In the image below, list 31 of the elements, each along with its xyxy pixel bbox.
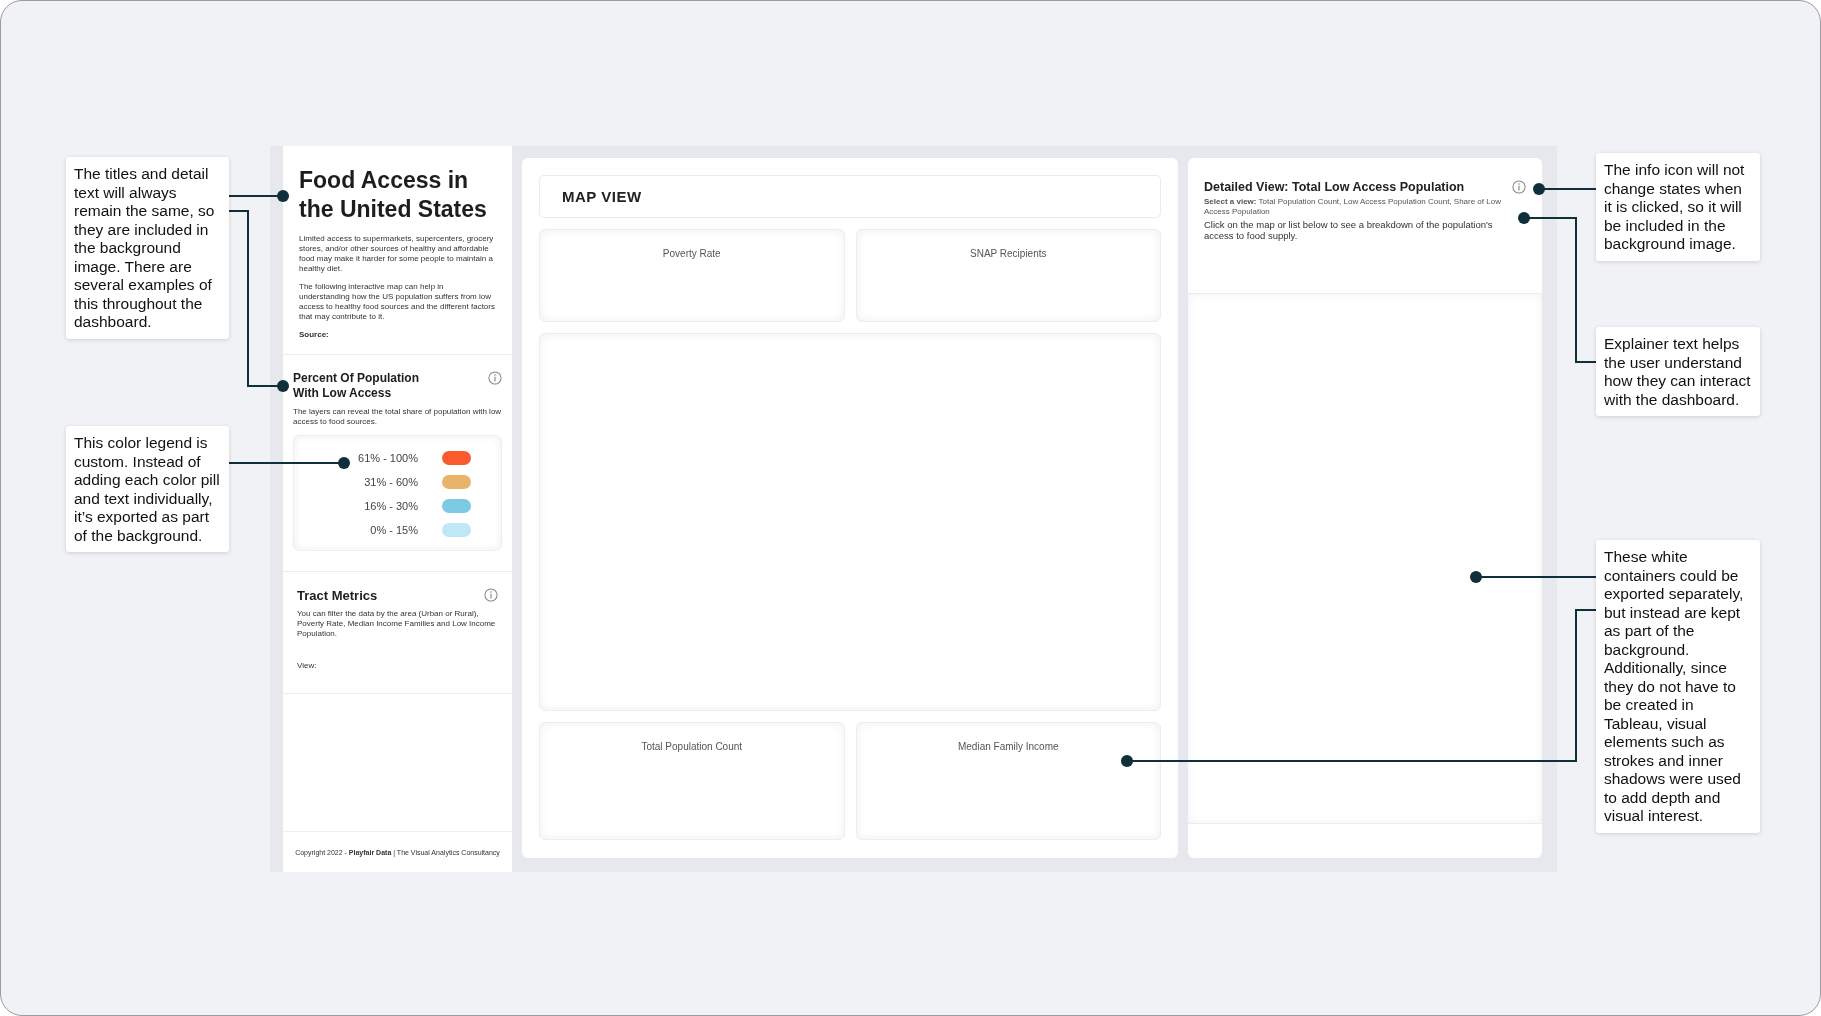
metric-label: Median Family Income — [957, 741, 1059, 752]
info-icon[interactable] — [484, 588, 498, 602]
leader-line — [1533, 183, 1597, 195]
source-label: Source: — [299, 330, 330, 340]
legend-label: 31% - 60% — [363, 476, 418, 488]
tract-description: You can filter the data by the area (Urban or Rural), Poverty Rate, Median Income Families and Low Income Population. — [297, 609, 497, 639]
legend-description: The layers can reveal the total share of population with low access to food sources. — [293, 407, 502, 427]
dashboard-title: Food Access in the United States — [299, 166, 488, 224]
view-hint: Select a view: Total Population Count, Low Access Population Count, Share of Low Access Population — [1204, 197, 1502, 217]
annotation-note: This color legend is custom. Instead of adding each color pill and text individually, it’s exported as part of the background. — [66, 426, 229, 552]
detail-title: Detailed View: Total Low Access Population — [1204, 180, 1465, 194]
tract-metrics-title: Tract Metrics — [297, 588, 379, 603]
info-icon[interactable] — [488, 371, 502, 385]
intro-paragraph: The following interactive map can help in understanding how the US population suffers from low access to healthy food sources and the different factors that may contribute to it. — [299, 282, 496, 322]
annotation-note: These white containers could be exported separately, but instead are kept as part of the background. Additionally, since they do not have to be created in Tableau, visual elements such as strokes and inner shadows were used to add depth and visual interest. — [1596, 540, 1760, 833]
metric-label: SNAP Recipients — [970, 248, 1047, 259]
legend-label: 0% - 15% — [369, 524, 418, 536]
annotation-note: Explainer text helps the user understand how they can interact with the dashboard. — [1596, 327, 1760, 416]
metric-label: Poverty Rate — [662, 248, 721, 259]
legend-label: 61% - 100% — [357, 452, 418, 464]
info-icon[interactable] — [1512, 180, 1526, 194]
map-title: MAP VIEW — [562, 188, 642, 205]
legend-title: Percent Of Population With Low Access — [293, 371, 420, 401]
intro-paragraph: Limited access to supermarkets, supercenters, grocery stores, and/or other sources of healthy and affordable food may make it harder for some people to maintain a healthy diet. — [299, 234, 495, 274]
legend-label: 16% - 30% — [363, 500, 418, 512]
metric-label: Total Population Count — [641, 741, 743, 752]
leader-line — [228, 190, 289, 202]
annotation-note: The titles and detail text will always remain the same, so they are included in the background image. There are several examples of this throughout the dashboard. — [66, 157, 229, 339]
view-label: View: — [297, 661, 318, 671]
annotation-note: The info icon will not change states when it is clicked, so it will be included in the background image. — [1596, 153, 1760, 261]
explainer-text: Click on the map or list below to see a breakdown of the population's access to food supply. — [1204, 219, 1494, 241]
